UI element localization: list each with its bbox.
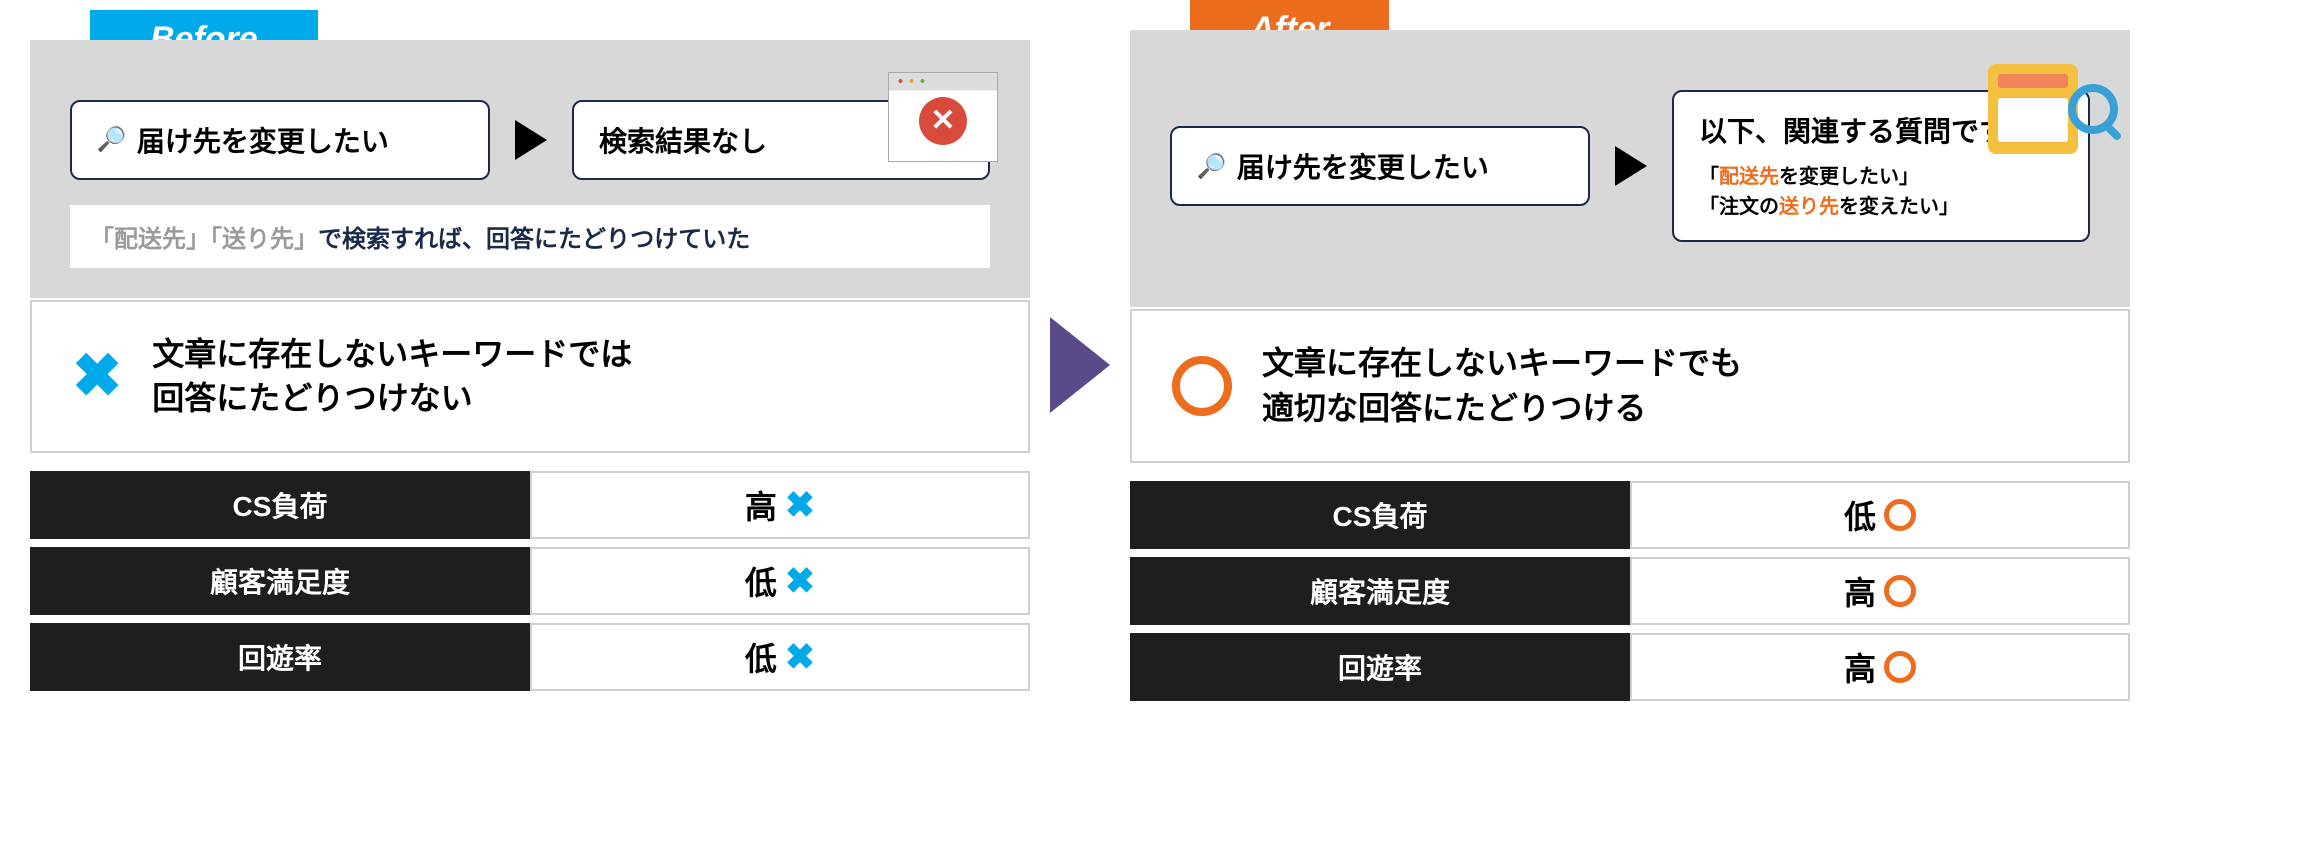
o-mark-icon <box>1884 651 1916 683</box>
hint-rest: で検索すれば、回答にたどりつけていた <box>318 226 750 253</box>
value-text: 低 <box>745 558 777 604</box>
value-text: 高 <box>745 482 777 528</box>
search-icon: 🔍 <box>1197 152 1227 181</box>
summary-text: 文章に存在しないキーワードでは 回答にたどりつけない <box>152 332 632 422</box>
x-mark-icon: ✖ <box>785 484 815 526</box>
hint-keywords: 「配送先」「送り先」 <box>90 226 318 253</box>
after-top-area: 🔍 届け先を変更したい 以下、関連する質問です。 「配送先を変更したい」 「注文… <box>1130 30 2130 307</box>
suggestion-item: 「注文の送り先を変えたい」 <box>1699 192 2063 222</box>
metric-label: 回遊率 <box>1130 633 1630 701</box>
before-search-row: 🔍 届け先を変更したい 検索結果なし ✕ <box>70 100 990 180</box>
result-text: 検索結果なし <box>599 126 767 157</box>
error-window-icon: ✕ <box>888 72 998 162</box>
hint-bar: 「配送先」「送り先」で検索すれば、回答にたどりつけていた <box>70 205 990 268</box>
arrow-icon <box>515 120 547 160</box>
arrow-icon <box>1615 146 1647 186</box>
table-row: CS負荷 低 <box>1130 481 2130 549</box>
summary-line-2: 回答にたどりつけない <box>152 376 632 421</box>
result-box: 以下、関連する質問です。 「配送先を変更したい」 「注文の送り先を変えたい」 <box>1672 90 2090 242</box>
arrow-right-icon <box>1050 317 1110 413</box>
suggestion-item: 「配送先を変更したい」 <box>1699 162 2063 192</box>
table-row: CS負荷 高 ✖ <box>30 471 1030 539</box>
metric-label: 顧客満足度 <box>1130 557 1630 625</box>
before-top-area: 🔍 届け先を変更したい 検索結果なし ✕ 「配送先」「送り先」で検索すれば、回答… <box>30 40 1030 298</box>
circle-icon <box>1172 356 1232 416</box>
value-text: 低 <box>1844 492 1876 538</box>
result-suggestions: 「配送先を変更したい」 「注文の送り先を変えたい」 <box>1699 162 2063 222</box>
value-text: 低 <box>745 634 777 680</box>
metric-value: 低 <box>1630 481 2130 549</box>
table-row: 回遊率 高 <box>1130 633 2130 701</box>
o-mark-icon <box>1884 499 1916 531</box>
summary-text: 文章に存在しないキーワードでも 適切な回答にたどりつける <box>1262 341 1742 431</box>
sugg-highlight: 送り先 <box>1779 196 1839 218</box>
value-text: 高 <box>1844 644 1876 690</box>
comparison-diagram: Before 🔍 届け先を変更したい 検索結果なし ✕ 「配送先」「送り先」で検… <box>30 30 2286 701</box>
result-header: 以下、関連する質問です。 <box>1699 116 2032 147</box>
sugg-highlight: 配送先 <box>1719 166 1779 188</box>
sugg-post: を変更したい」 <box>1779 166 1919 188</box>
summary-line-1: 文章に存在しないキーワードでは <box>152 332 632 377</box>
value-text: 高 <box>1844 568 1876 614</box>
metric-label: 顧客満足度 <box>30 547 530 615</box>
after-search-row: 🔍 届け先を変更したい 以下、関連する質問です。 「配送先を変更したい」 「注文… <box>1170 90 2090 242</box>
error-x-icon: ✕ <box>919 97 967 145</box>
transition-arrow <box>1050 317 1110 413</box>
after-metrics-table: CS負荷 低 顧客満足度 高 回遊率 高 <box>1130 481 2130 701</box>
sugg-pre: 「 <box>1699 166 1719 188</box>
metric-label: CS負荷 <box>30 471 530 539</box>
metric-label: CS負荷 <box>1130 481 1630 549</box>
summary-line-1: 文章に存在しないキーワードでも <box>1262 341 1742 386</box>
metric-value: 低 ✖ <box>530 547 1030 615</box>
search-icon: 🔍 <box>97 125 127 154</box>
search-query-text: 届け先を変更したい <box>1237 146 1489 186</box>
before-summary: ✖ 文章に存在しないキーワードでは 回答にたどりつけない <box>30 300 1030 454</box>
document-icon <box>1988 64 2078 154</box>
table-row: 顧客満足度 低 ✖ <box>30 547 1030 615</box>
sugg-post: を変えたい」 <box>1839 196 1959 218</box>
x-mark-icon: ✖ <box>785 636 815 678</box>
metric-value: 高 ✖ <box>530 471 1030 539</box>
metric-value: 高 <box>1630 633 2130 701</box>
x-mark-icon: ✖ <box>785 560 815 602</box>
search-input[interactable]: 🔍 届け先を変更したい <box>1170 126 1590 206</box>
cross-icon: ✖ <box>72 341 122 411</box>
metric-label: 回遊率 <box>30 623 530 691</box>
before-metrics-table: CS負荷 高 ✖ 顧客満足度 低 ✖ 回遊率 低 ✖ <box>30 471 1030 691</box>
search-success-icon <box>1988 64 2108 164</box>
sugg-pre: 「注文の <box>1699 196 1779 218</box>
table-row: 顧客満足度 高 <box>1130 557 2130 625</box>
magnifier-icon <box>2068 84 2118 134</box>
result-box: 検索結果なし ✕ <box>572 100 990 180</box>
after-summary: 文章に存在しないキーワードでも 適切な回答にたどりつける <box>1130 309 2130 463</box>
table-row: 回遊率 低 ✖ <box>30 623 1030 691</box>
summary-line-2: 適切な回答にたどりつける <box>1262 386 1742 431</box>
metric-value: 低 ✖ <box>530 623 1030 691</box>
search-input[interactable]: 🔍 届け先を変更したい <box>70 100 490 180</box>
o-mark-icon <box>1884 575 1916 607</box>
after-panel: After 🔍 届け先を変更したい 以下、関連する質問です。 「配送先を変更した… <box>1130 30 2130 701</box>
before-panel: Before 🔍 届け先を変更したい 検索結果なし ✕ 「配送先」「送り先」で検… <box>30 40 1030 692</box>
metric-value: 高 <box>1630 557 2130 625</box>
search-query-text: 届け先を変更したい <box>137 120 389 160</box>
